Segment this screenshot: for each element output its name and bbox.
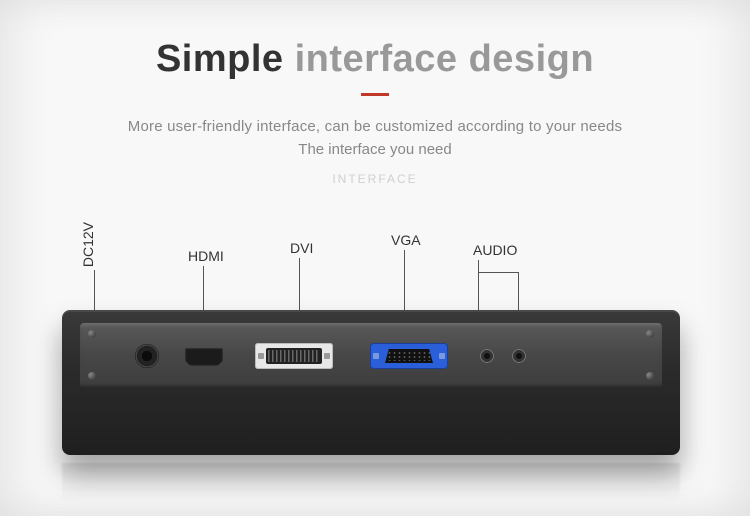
port-audio-2 (512, 349, 526, 363)
screw-icon (88, 372, 96, 380)
headline: Simple interface design (0, 0, 750, 81)
leader-audio-stem (478, 260, 479, 272)
label-vga: VGA (391, 232, 421, 248)
label-dc12v: DC12V (80, 222, 96, 267)
accent-underline (361, 93, 389, 96)
device-reflection (62, 463, 680, 503)
headline-dark: Simple (156, 38, 284, 80)
label-dvi: DVI (290, 240, 313, 256)
label-hdmi: HDMI (188, 248, 224, 264)
watermark-text: INTERFACE (0, 172, 750, 186)
port-hdmi (185, 348, 223, 366)
port-dc12v (135, 344, 159, 368)
screw-icon (646, 372, 654, 380)
subheading-line2: The interface you need (0, 141, 750, 158)
interface-diagram: DC12V HDMI DVI VGA AUDIO (0, 210, 750, 510)
screw-icon (646, 330, 654, 338)
port-audio-1 (480, 349, 494, 363)
port-vga (370, 343, 448, 369)
label-audio: AUDIO (473, 242, 517, 258)
port-dvi (255, 343, 333, 369)
subheading-line1: More user-friendly interface, can be cus… (0, 118, 750, 135)
headline-light: interface design (295, 38, 594, 80)
leader-audio-h (478, 272, 518, 273)
screw-icon (88, 330, 96, 338)
